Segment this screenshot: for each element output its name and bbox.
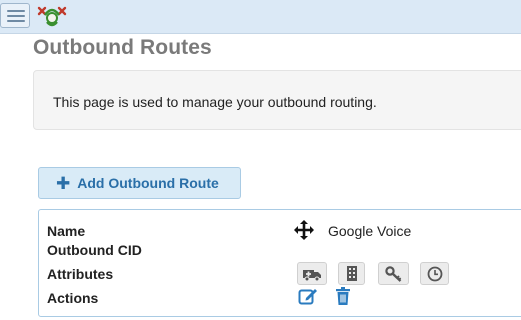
name-label: Name (47, 223, 86, 239)
time-group-clock-icon[interactable] (420, 262, 449, 285)
delete-trash-icon[interactable] (333, 286, 353, 306)
route-name-value: Google Voice (328, 223, 412, 239)
password-key-icon[interactable] (378, 262, 409, 285)
actions-label: Actions (47, 290, 99, 306)
top-navbar (0, 0, 521, 34)
emergency-ambulance-icon[interactable] (297, 262, 327, 285)
move-arrows-icon[interactable] (293, 219, 315, 241)
attributes-label: Attributes (47, 266, 114, 282)
intra-company-building-icon[interactable] (338, 262, 365, 285)
plus-icon: ✚ (56, 173, 71, 193)
edit-icon[interactable] (298, 286, 318, 306)
route-details-panel: Name Outbound CID Attributes Actions Goo… (38, 209, 521, 317)
outbound-cid-label: Outbound CID (47, 242, 142, 258)
freepbx-logo-icon[interactable] (35, 2, 69, 28)
info-text: This page is used to manage your outboun… (53, 94, 377, 110)
add-outbound-route-label: Add Outbound Route (77, 175, 219, 191)
hamburger-menu-icon[interactable] (0, 3, 30, 28)
page-title: Outbound Routes (33, 36, 212, 59)
add-outbound-route-button[interactable]: ✚ Add Outbound Route (38, 167, 241, 199)
info-panel: This page is used to manage your outboun… (33, 70, 521, 130)
